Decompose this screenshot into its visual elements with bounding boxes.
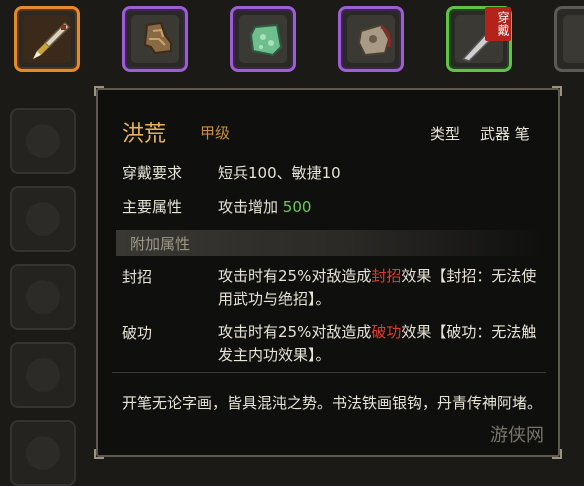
inventory-slot-brush[interactable] [14,6,80,72]
item-name: 洪荒 [122,122,167,147]
jade-icon [249,23,283,57]
inventory-slot-empty[interactable] [554,6,584,72]
bag-icon [357,23,391,57]
inventory-slot-knife[interactable]: 穿戴 [446,6,512,72]
equipped-tag: 穿戴 [485,7,511,41]
extra-attr-header: 附加属性 [116,230,544,256]
effect-label: 封招 [122,268,153,286]
watermark: 游侠网 [490,425,544,446]
brush-icon [33,21,71,59]
inventory-slot-jade[interactable] [230,6,296,72]
inventory-slot-bag[interactable] [338,6,404,72]
effect-label: 破功 [122,324,153,342]
effect-keyword: 封招 [371,267,402,285]
item-type-value: 武器 笔 [480,125,530,143]
divider [112,372,546,373]
effect-description: 攻击时有25%对敌造成破功效果【破功：无法触发主内功效果】。 [218,323,537,364]
main-attr-label: 主要属性 [122,198,183,216]
main-attr-number: 500 [282,198,312,216]
flavor-text: 开笔无论字画，皆具混沌之势。书法铁画银钩，丹青传神阿堵。 [122,394,543,412]
item-grade: 甲级 [200,124,231,142]
effect-keyword: 破功 [371,323,402,341]
effect-description: 攻击时有25%对敌造成封招效果【封招：无法使用武功与绝招】。 [218,267,537,308]
main-attr-value: 攻击增加 500 [218,198,312,216]
item-tooltip: 洪荒 甲级 类型 武器 笔 穿戴要求 短兵100、敏捷10 主要属性 攻击增加 … [94,86,562,459]
requirement-label: 穿戴要求 [122,164,183,182]
requirement-value: 短兵100、敏捷10 [218,164,341,182]
inventory-slot-empty[interactable] [10,420,76,486]
boots-icon [143,21,172,55]
inventory-slot-boots[interactable] [122,6,188,72]
inventory-slot-empty[interactable] [10,108,76,174]
inventory-slot-empty[interactable] [10,264,76,330]
inventory-slot-empty[interactable] [10,342,76,408]
inventory-slot-empty[interactable] [10,186,76,252]
item-type-label: 类型 [430,125,461,143]
